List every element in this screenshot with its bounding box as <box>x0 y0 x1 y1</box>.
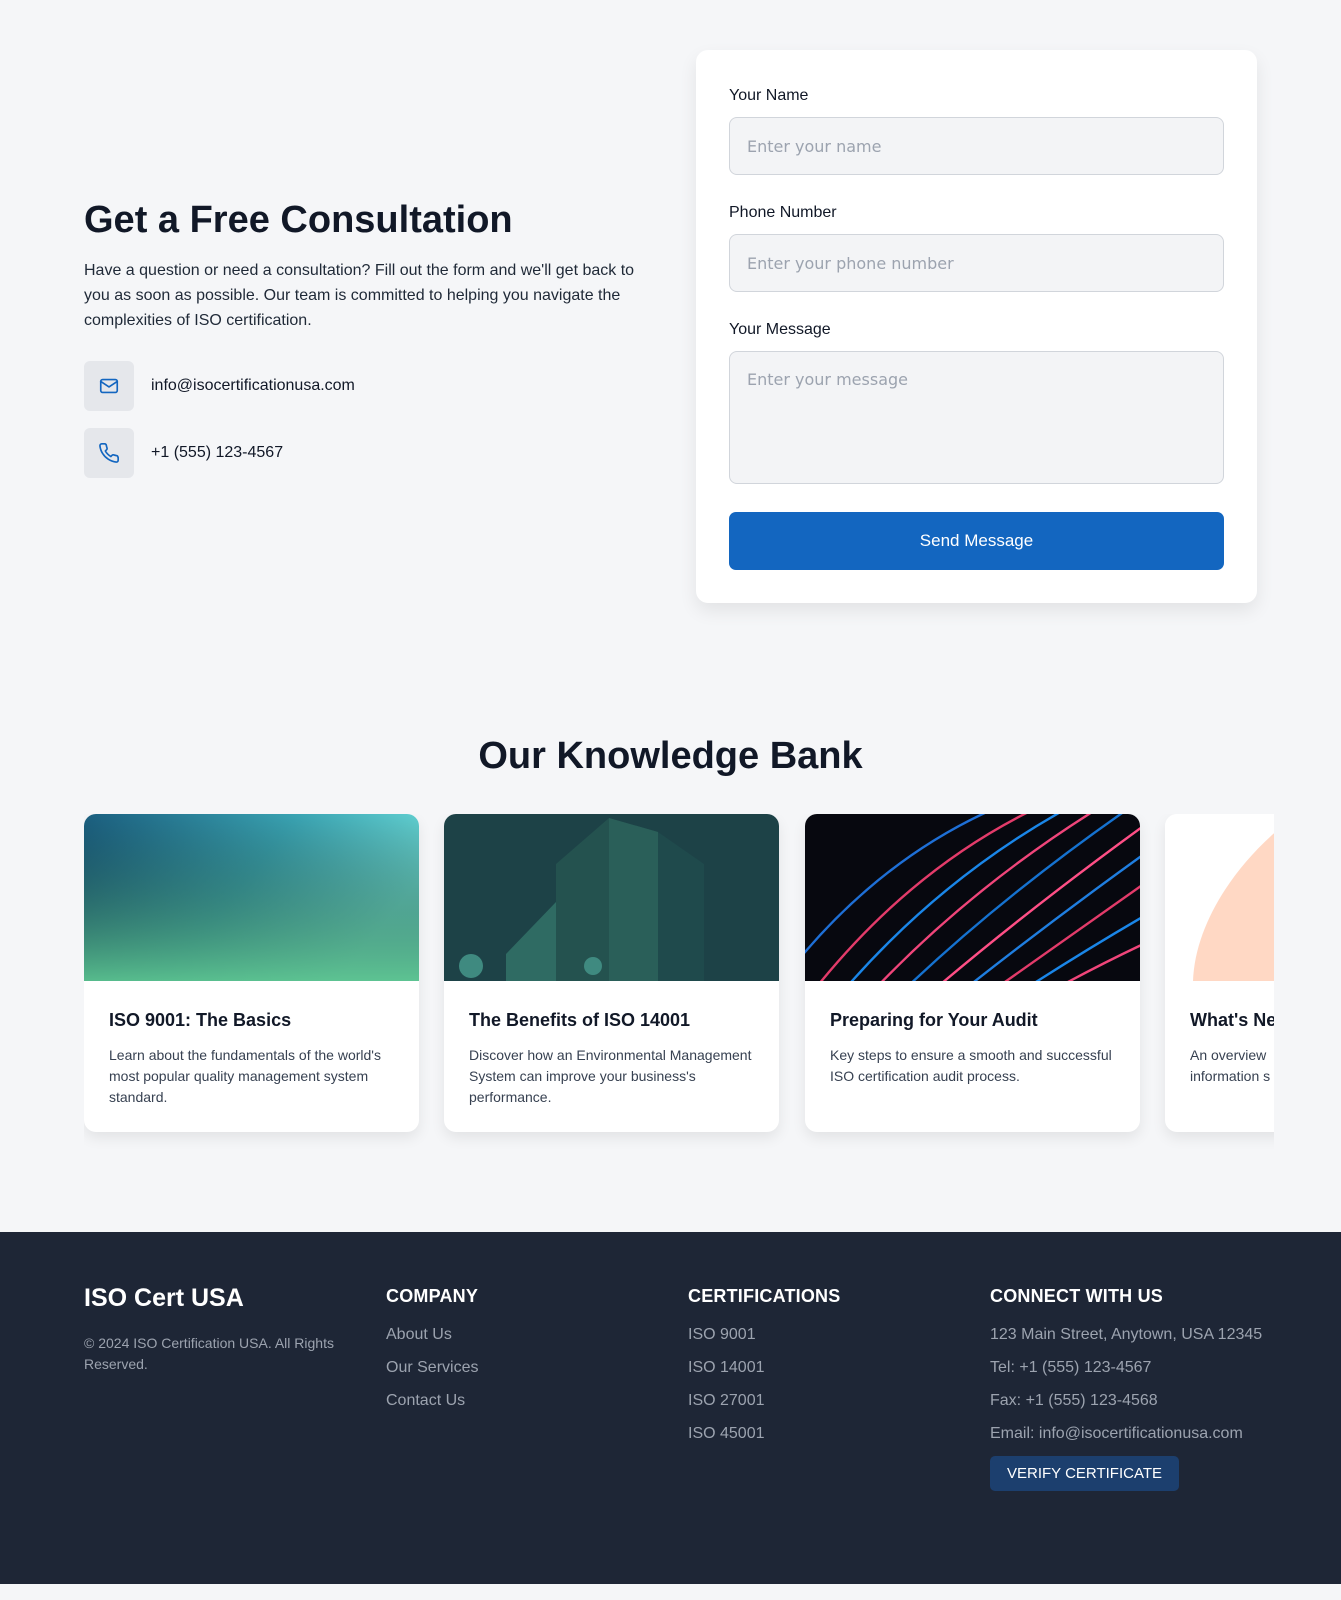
knowledge-card[interactable]: The Benefits of ISO 14001 Discover how a… <box>444 814 779 1132</box>
footer-company-heading: COMPANY <box>386 1286 479 1306</box>
footer-certifications-column: CERTIFICATIONS ISO 9001 ISO 14001 ISO 27… <box>688 1286 840 1454</box>
card-description: Key steps to ensure a smooth and success… <box>830 1047 1112 1084</box>
card-image-abstract-shape <box>1165 814 1274 981</box>
footer-company-column: COMPANY About Us Our Services Contact Us <box>386 1286 478 1421</box>
footer-connect-heading: CONNECT WITH US <box>990 1286 1163 1306</box>
footer-link-iso-27001[interactable]: ISO 27001 <box>688 1388 840 1413</box>
card-image-architecture <box>444 814 779 981</box>
footer-connect-column: CONNECT WITH US 123 Main Street, Anytown… <box>990 1286 1270 1491</box>
footer-link-services[interactable]: Our Services <box>386 1355 478 1380</box>
contact-email[interactable]: info@isocertificationusa.com <box>151 377 355 395</box>
footer-link-contact[interactable]: Contact Us <box>386 1388 478 1413</box>
card-title: The Benefits of ISO 14001 <box>469 1010 691 1030</box>
footer-tel: Tel: +1 (555) 123-4567 <box>990 1359 1152 1376</box>
card-description: Learn about the fundamentals of the worl… <box>109 1047 381 1105</box>
phone-icon <box>84 428 134 478</box>
knowledge-bank-title: Our Knowledge Bank <box>478 735 863 777</box>
message-textarea[interactable] <box>729 351 1224 484</box>
card-image-light-trails <box>805 814 1140 981</box>
card-title: ISO 9001: The Basics <box>109 1010 292 1030</box>
contact-phone[interactable]: +1 (555) 123-4567 <box>151 444 283 462</box>
message-label: Your Message <box>729 321 831 338</box>
card-title: What's Ne <box>1190 1010 1274 1030</box>
card-title: Preparing for Your Audit <box>830 1010 1038 1030</box>
page-bottom-strip <box>0 1584 1341 1600</box>
name-input[interactable] <box>729 117 1224 175</box>
footer-link-iso-9001[interactable]: ISO 9001 <box>688 1322 840 1347</box>
footer-email[interactable]: Email: info@isocertificationusa.com <box>990 1421 1270 1446</box>
knowledge-card[interactable]: ISO 9001: The Basics Learn about the fun… <box>84 814 419 1132</box>
consultation-section: Get a Free Consultation Have a question … <box>0 0 1341 680</box>
footer-certifications-heading: CERTIFICATIONS <box>688 1286 841 1306</box>
contact-phone-row: +1 (555) 123-4567 <box>84 428 654 478</box>
knowledge-bank-carousel: ISO 9001: The Basics Learn about the fun… <box>84 814 1274 1164</box>
card-description: Discover how an Environmental Management… <box>469 1047 752 1105</box>
knowledge-card[interactable]: Preparing for Your Audit Key steps to en… <box>805 814 1140 1132</box>
footer-link-iso-45001[interactable]: ISO 45001 <box>688 1421 840 1446</box>
card-image-gradient <box>84 814 419 981</box>
mail-icon <box>84 361 134 411</box>
footer-link-iso-14001[interactable]: ISO 14001 <box>688 1355 840 1380</box>
site-footer: ISO Cert USA © 2024 ISO Certification US… <box>0 1232 1341 1584</box>
footer-copyright: © 2024 ISO Certification USA. All Rights… <box>84 1335 334 1372</box>
phone-label: Phone Number <box>729 204 837 221</box>
name-label: Your Name <box>729 87 809 104</box>
consultation-title: Get a Free Consultation <box>84 199 513 241</box>
consultation-description: Have a question or need a consultation? … <box>84 262 635 329</box>
knowledge-card[interactable]: What's Ne An overview information s <box>1165 814 1274 1132</box>
footer-address: 123 Main Street, Anytown, USA 12345 <box>990 1326 1263 1343</box>
consultation-info: Get a Free Consultation Have a question … <box>84 198 654 478</box>
footer-brand[interactable]: ISO Cert USA <box>84 1284 244 1313</box>
footer-link-about[interactable]: About Us <box>386 1322 478 1347</box>
send-message-button[interactable]: Send Message <box>729 512 1224 570</box>
phone-input[interactable] <box>729 234 1224 292</box>
card-description: An overview information s <box>1190 1047 1271 1084</box>
footer-fax: Fax: +1 (555) 123-4568 <box>990 1392 1158 1409</box>
consultation-form: Your Name Phone Number Your Message Send… <box>696 50 1257 603</box>
verify-certificate-button[interactable]: VERIFY CERTIFICATE <box>990 1456 1180 1491</box>
contact-email-row: info@isocertificationusa.com <box>84 361 654 411</box>
